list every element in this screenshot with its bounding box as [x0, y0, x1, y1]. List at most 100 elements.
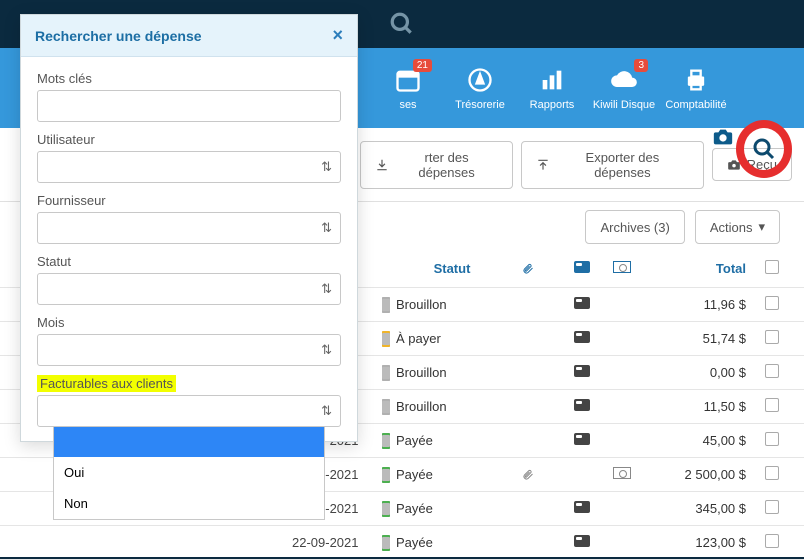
mois-select[interactable]: ⇅: [37, 334, 341, 366]
label: Utilisateur: [37, 132, 341, 147]
btn-label: Actions: [710, 220, 753, 235]
label: Mots clés: [37, 71, 341, 86]
cell-checkbox[interactable]: [752, 534, 792, 551]
cell-card: [562, 501, 602, 516]
badge: 21: [413, 59, 432, 72]
cell-card: [562, 331, 602, 346]
th-statut[interactable]: Statut: [382, 261, 522, 276]
btn-label: rter des dépenses: [395, 150, 498, 180]
label: Fournisseur: [37, 193, 341, 208]
cell-card: [562, 297, 602, 312]
nav-rapports[interactable]: Rapports: [516, 53, 588, 123]
option-non[interactable]: Non: [54, 488, 324, 519]
cell-checkbox[interactable]: [752, 432, 792, 449]
btn-label: Archives (3): [600, 220, 669, 235]
updown-icon: ⇅: [321, 220, 332, 236]
modal-body: Mots clés Utilisateur ⇅ Fournisseur ⇅ St…: [21, 57, 357, 441]
modal-header: Rechercher une dépense ×: [21, 15, 357, 57]
nav-label: Trésorerie: [455, 99, 505, 111]
cell-total: 0,00 $: [642, 365, 752, 380]
field-statut: Statut ⇅: [37, 254, 341, 305]
cell-statut: Brouillon: [382, 398, 522, 415]
cell-statut: Payée: [382, 466, 522, 483]
option-blank[interactable]: [54, 427, 324, 457]
import-expense-button[interactable]: rter des dépenses: [360, 141, 513, 189]
cell-checkbox[interactable]: [752, 296, 792, 313]
th-card: [562, 261, 602, 276]
cell-checkbox[interactable]: [752, 364, 792, 381]
camera-icon[interactable]: [710, 126, 736, 148]
table-row[interactable]: 22-09-2021Payée 123,00 $: [0, 526, 804, 560]
label: Mois: [37, 315, 341, 330]
field-mots-cles: Mots clés: [37, 71, 341, 122]
cell-statut: Payée: [382, 432, 522, 449]
nav-label: Comptabilité: [665, 99, 726, 111]
field-mois: Mois ⇅: [37, 315, 341, 366]
cell-checkbox[interactable]: [752, 330, 792, 347]
cell-card: [562, 399, 602, 414]
updown-icon: ⇅: [321, 281, 332, 297]
export-expense-button[interactable]: Exporter des dépenses: [521, 141, 704, 189]
nav-kiwili-disque[interactable]: 3 Kiwili Disque: [588, 53, 660, 123]
field-fournisseur: Fournisseur ⇅: [37, 193, 341, 244]
close-icon[interactable]: ×: [332, 25, 343, 46]
cell-cash: [602, 467, 642, 482]
facturables-select[interactable]: ⇅: [37, 395, 341, 427]
nav-tresorerie[interactable]: Trésorerie: [444, 53, 516, 123]
cell-checkbox[interactable]: [752, 466, 792, 483]
nav-label: Kiwili Disque: [593, 99, 655, 111]
btn-label: Exporter des dépenses: [556, 150, 689, 180]
utilisateur-select[interactable]: ⇅: [37, 151, 341, 183]
updown-icon: ⇅: [321, 159, 332, 175]
cell-date: 22-09-2021: [292, 535, 382, 550]
cell-statut: Payée: [382, 534, 522, 551]
option-oui[interactable]: Oui: [54, 457, 324, 488]
field-facturables: Facturables aux clients ⇅ Oui Non: [37, 376, 341, 427]
cell-statut: Brouillon: [382, 296, 522, 313]
updown-icon: ⇅: [321, 342, 332, 358]
cell-checkbox[interactable]: [752, 398, 792, 415]
facturables-dropdown: Oui Non: [53, 427, 325, 520]
badge: 3: [634, 59, 648, 72]
field-utilisateur: Utilisateur ⇅: [37, 132, 341, 183]
download-icon: [375, 158, 389, 172]
chart-icon: [537, 65, 567, 95]
cell-total: 51,74 $: [642, 331, 752, 346]
actions-button[interactable]: Actions ▾: [695, 210, 780, 244]
highlighted-label: Facturables aux clients: [37, 375, 176, 392]
cell-attach: [522, 468, 562, 482]
th-checkbox[interactable]: [752, 260, 792, 277]
upload-icon: [536, 158, 550, 172]
updown-icon: ⇅: [321, 403, 332, 419]
highlighted-search-icon[interactable]: [736, 120, 792, 178]
nav-label: Rapports: [530, 99, 575, 111]
cell-total: 11,50 $: [642, 399, 752, 414]
archives-button[interactable]: Archives (3): [585, 210, 684, 244]
modal-title: Rechercher une dépense: [35, 28, 202, 44]
cell-statut: Payée: [382, 500, 522, 517]
mots-cles-input[interactable]: [37, 90, 341, 122]
cell-card: [562, 433, 602, 448]
cell-statut: À payer: [382, 330, 522, 347]
cell-total: 45,00 $: [642, 433, 752, 448]
cell-total: 123,00 $: [642, 535, 752, 550]
fournisseur-select[interactable]: ⇅: [37, 212, 341, 244]
cell-total: 11,96 $: [642, 297, 752, 312]
cell-card: [562, 365, 602, 380]
statut-select[interactable]: ⇅: [37, 273, 341, 305]
nav-depenses[interactable]: 21 ses: [372, 53, 444, 123]
search-icon[interactable]: [389, 11, 415, 37]
label: Statut: [37, 254, 341, 269]
nav-comptabilite[interactable]: Comptabilité: [660, 53, 732, 123]
cell-total: 345,00 $: [642, 501, 752, 516]
compass-icon: [465, 65, 495, 95]
cell-card: [562, 535, 602, 550]
cell-total: 2 500,00 $: [642, 467, 752, 482]
th-cash: [602, 261, 642, 276]
label: Facturables aux clients: [37, 376, 341, 391]
printer-icon: [681, 65, 711, 95]
th-total[interactable]: Total: [642, 261, 752, 276]
cell-checkbox[interactable]: [752, 500, 792, 517]
search-expense-modal: Rechercher une dépense × Mots clés Utili…: [20, 14, 358, 442]
cell-statut: Brouillon: [382, 364, 522, 381]
